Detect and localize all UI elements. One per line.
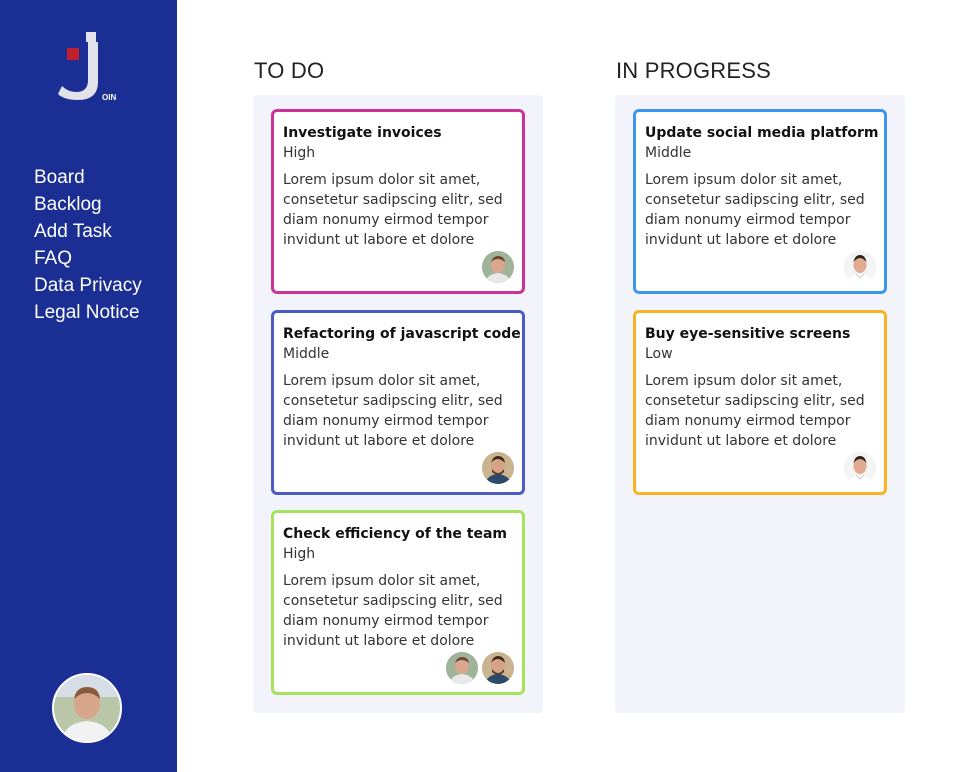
assignee-avatar	[446, 652, 478, 684]
card-description: Lorem ipsum dolor sit amet, consetetur s…	[645, 172, 865, 248]
assignee-photo-icon	[482, 251, 514, 283]
nav-legal-notice[interactable]: Legal Notice	[34, 299, 142, 326]
svg-text:OIN: OIN	[102, 93, 116, 102]
nav-backlog[interactable]: Backlog	[34, 191, 142, 218]
card-title: Buy eye-sensitive screens	[645, 326, 851, 342]
assignee-photo-icon	[482, 452, 514, 484]
card-priority: High	[283, 546, 316, 562]
assignee-avatar	[844, 452, 876, 484]
assignee-photo-icon	[844, 452, 876, 484]
card-title: Investigate invoices	[283, 125, 442, 141]
task-card-refactoring-javascript[interactable]: Refactoring of javascript code Middle Lo…	[271, 310, 525, 495]
card-priority: High	[283, 145, 316, 161]
task-card-buy-screens[interactable]: Buy eye-sensitive screens Low Lorem ipsu…	[633, 310, 887, 495]
sidebar: OIN Board Backlog Add Task FAQ Data Priv…	[0, 0, 177, 772]
nav-add-task[interactable]: Add Task	[34, 218, 142, 245]
sidebar-nav: Board Backlog Add Task FAQ Data Privacy …	[34, 164, 142, 326]
card-priority: Middle	[283, 346, 330, 362]
card-title: Check efficiency of the team	[283, 526, 508, 542]
card-priority: Middle	[645, 145, 692, 161]
assignee-photo-icon	[446, 652, 478, 684]
assignee-avatar	[482, 251, 514, 283]
assignee-avatar	[482, 452, 514, 484]
nav-board[interactable]: Board	[34, 164, 142, 191]
column-title-todo: TO DO	[254, 58, 325, 83]
join-logo-icon: OIN	[58, 32, 116, 102]
nav-faq[interactable]: FAQ	[34, 245, 142, 272]
task-card-investigate-invoices[interactable]: Investigate invoices High Lorem ipsum do…	[271, 109, 525, 294]
assignee-photo-icon	[482, 652, 514, 684]
assignee-avatar	[482, 652, 514, 684]
card-description: Lorem ipsum dolor sit amet, consetetur s…	[645, 373, 865, 449]
join-logo[interactable]: OIN	[56, 30, 120, 102]
card-priority: Low	[645, 346, 673, 362]
assignee-avatars	[446, 652, 514, 684]
card-description: Lorem ipsum dolor sit amet, consetetur s…	[283, 573, 503, 649]
card-title: Refactoring of javascript code	[283, 326, 521, 342]
task-card-check-efficiency[interactable]: Check efficiency of the team High Lorem …	[271, 510, 525, 695]
assignee-avatars	[844, 452, 876, 484]
user-photo-icon	[54, 675, 120, 741]
column-title-in-progress: IN PROGRESS	[616, 58, 772, 83]
task-card-update-social-media[interactable]: Update social media platform Middle Lore…	[633, 109, 887, 294]
assignee-photo-icon	[844, 251, 876, 283]
card-title: Update social media platform	[645, 125, 879, 141]
card-description: Lorem ipsum dolor sit amet, consetetur s…	[283, 373, 503, 449]
assignee-avatars	[844, 251, 876, 283]
assignee-avatar	[844, 251, 876, 283]
assignee-avatars	[482, 251, 514, 283]
card-description: Lorem ipsum dolor sit amet, consetetur s…	[283, 172, 503, 248]
nav-data-privacy[interactable]: Data Privacy	[34, 272, 142, 299]
user-avatar[interactable]	[52, 673, 122, 743]
assignee-avatars	[482, 452, 514, 484]
